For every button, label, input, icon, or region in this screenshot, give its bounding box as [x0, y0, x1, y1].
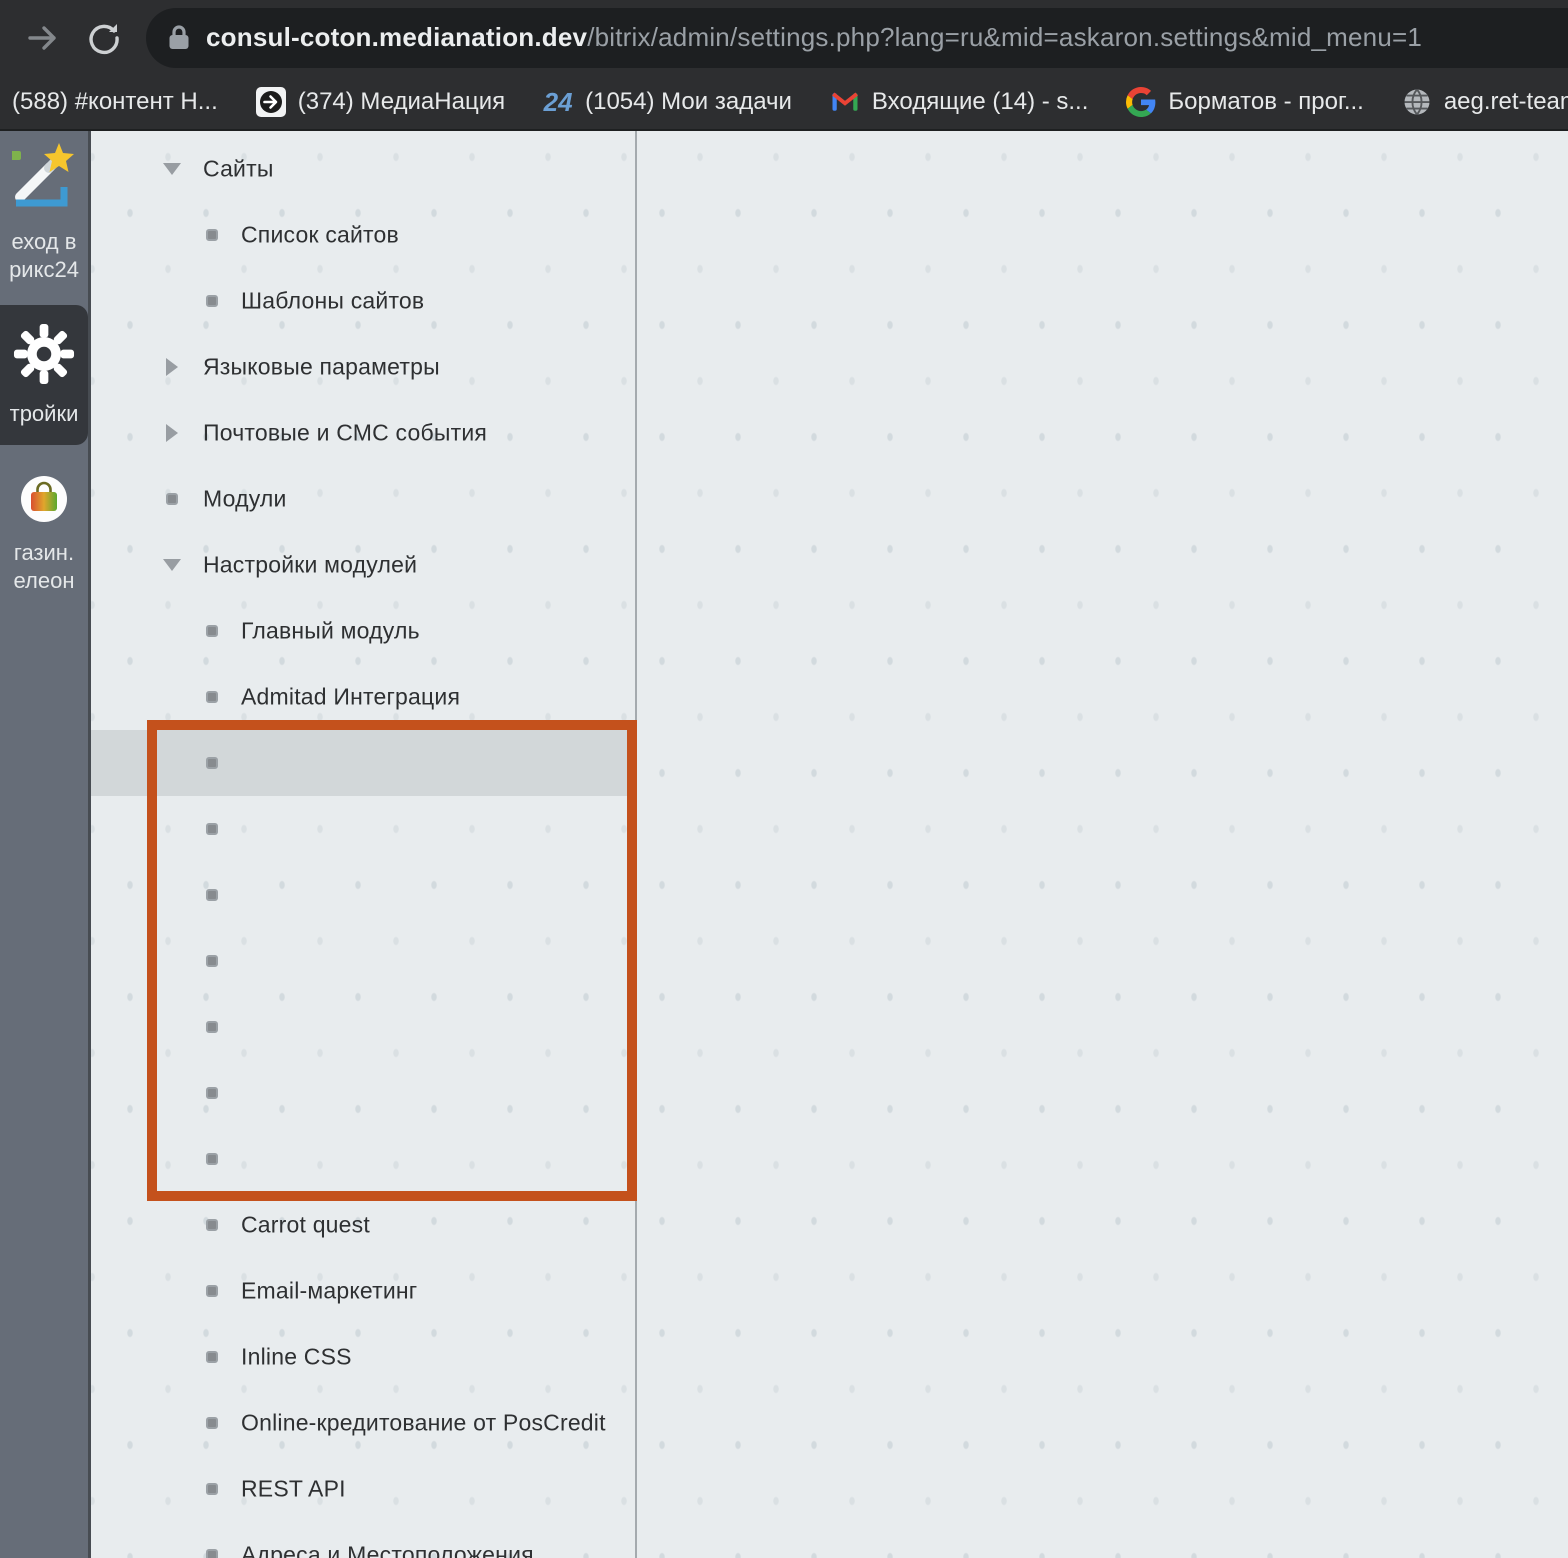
reload-icon[interactable] [86, 21, 120, 55]
bullet-icon [203, 1018, 221, 1036]
tree-item[interactable] [91, 730, 635, 796]
bullet-icon [203, 1150, 221, 1168]
bullet-icon [203, 622, 221, 640]
tree-item[interactable]: Online-кредитование от PosCredit [91, 1390, 635, 1456]
bookmark-item[interactable]: (588) #контент Н... [12, 88, 218, 116]
tree-item-label: Online-кредитование от PosCredit [241, 1410, 606, 1437]
tree-item-label: Email-маркетинг [241, 1278, 417, 1305]
triangle-down-icon[interactable] [163, 160, 181, 178]
url-host: consul-coton.medianation.dev [206, 22, 587, 53]
tree-item[interactable]: Почтовые и СМС события [91, 400, 635, 466]
tree-item-label: Адреса и Местоположения [241, 1542, 534, 1558]
tree-item[interactable]: Admitad Интеграция [91, 664, 635, 730]
bullet-icon [203, 754, 221, 772]
tree-item-label: Языковые параметры [203, 354, 440, 381]
bookmark-label: aeg.ret-team.ru [1444, 88, 1568, 116]
bullet-icon [203, 952, 221, 970]
tree-item[interactable]: Главный модуль [91, 598, 635, 664]
tree-item[interactable] [91, 1126, 635, 1192]
tree-item-label: Настройки модулей [203, 552, 417, 579]
tree-item[interactable]: Carrot quest [91, 1192, 635, 1258]
tree-item[interactable]: Модули [91, 466, 635, 532]
tree-item-label: Шаблоны сайтов [241, 288, 424, 315]
globe-icon [1402, 87, 1432, 117]
triangle-right-icon[interactable] [163, 358, 181, 376]
tree-item[interactable] [91, 862, 635, 928]
main-content-area [637, 131, 1568, 1558]
sidebar-item-label: газин.елеон [14, 539, 75, 595]
tree-item[interactable] [91, 1060, 635, 1126]
bookmark-item[interactable]: Входящие (14) - s... [830, 87, 1088, 117]
bullet-icon [163, 490, 181, 508]
bullet-icon [203, 1414, 221, 1432]
bitrix-admin-window: еход врикс24 тройки газин.елеон Сайты Списо… [0, 131, 1568, 1558]
bookmark-item[interactable]: 24 (1054) Мои задачи [543, 87, 792, 117]
bookmark-label: (588) #контент Н... [12, 88, 218, 116]
bullet-icon [203, 886, 221, 904]
google-icon [1126, 87, 1156, 117]
tree-item[interactable] [91, 796, 635, 862]
bullet-icon [203, 1282, 221, 1300]
tree-item-label: Модули [203, 486, 287, 513]
admin-sidebar: еход врикс24 тройки газин.елеон [0, 131, 88, 1558]
shop-bag-icon [20, 475, 68, 530]
bullet-icon [203, 1084, 221, 1102]
tree-item[interactable]: Список сайтов [91, 202, 635, 268]
bullet-icon [203, 1216, 221, 1234]
triangle-right-icon[interactable] [163, 424, 181, 442]
wand-icon [12, 141, 76, 220]
bookmark-label: Борматов - прог... [1168, 88, 1363, 116]
bitrix24-icon: 24 [543, 87, 573, 117]
tree-item[interactable]: Inline CSS [91, 1324, 635, 1390]
bullet-icon [203, 688, 221, 706]
bullet-icon [203, 820, 221, 838]
tree-item[interactable] [91, 994, 635, 1060]
tree-item-label: Главный модуль [241, 618, 420, 645]
bookmark-label: Входящие (14) - s... [872, 88, 1088, 116]
bullet-icon [203, 292, 221, 310]
bookmark-item[interactable]: Борматов - прог... [1126, 87, 1363, 117]
tree-item[interactable]: Сайты [91, 136, 635, 202]
bullet-icon [203, 1546, 221, 1558]
tree-item[interactable]: Email-маркетинг [91, 1258, 635, 1324]
url-bar[interactable]: consul-coton.medianation.dev/bitrix/admi… [146, 8, 1568, 68]
forward-icon[interactable] [26, 21, 60, 55]
sidebar-item-marketplace[interactable]: газин.елеон [0, 475, 88, 594]
tree-item[interactable]: REST API [91, 1456, 635, 1522]
bookmark-item[interactable]: (374) МедиаНация [256, 87, 505, 117]
sidebar-item-label: тройки [10, 400, 79, 428]
url-path: /bitrix/admin/settings.php?lang=ru&mid=a… [587, 22, 1422, 53]
sidebar-item-bitrix24-wizard[interactable]: еход врикс24 [0, 141, 88, 284]
tree-item-label: Inline CSS [241, 1344, 352, 1371]
tree-item[interactable]: Адреса и Местоположения [91, 1522, 635, 1558]
lock-icon[interactable] [168, 24, 190, 51]
tree-item-label: REST API [241, 1476, 346, 1503]
bullet-icon [203, 1480, 221, 1498]
arrow-circle-icon [256, 87, 286, 117]
tree-item[interactable] [91, 928, 635, 994]
sidebar-item-settings[interactable]: тройки [0, 305, 88, 445]
bookmarks-bar: (588) #контент Н... (374) МедиаНация 24 (10… [0, 75, 1568, 131]
tree-item[interactable]: Шаблоны сайтов [91, 268, 635, 334]
gear-icon [13, 323, 75, 392]
tree-item-label: Carrot quest [241, 1212, 370, 1239]
bullet-icon [203, 1348, 221, 1366]
tree-item-label: Admitad Интеграция [241, 684, 460, 711]
tree-item[interactable]: Настройки модулей [91, 532, 635, 598]
tree-item-label: Список сайтов [241, 222, 399, 249]
settings-tree-panel: Сайты Список сайтов Шаблоны сайтов Языковые… [88, 131, 637, 1558]
bullet-icon [203, 226, 221, 244]
tree-item-label: Сайты [203, 156, 274, 183]
sidebar-item-label: еход врикс24 [9, 228, 79, 284]
bookmark-label: (1054) Мои задачи [585, 88, 792, 116]
tree-item-label: Почтовые и СМС события [203, 420, 487, 447]
gmail-icon [830, 87, 860, 117]
bookmark-label: (374) МедиаНация [298, 88, 505, 116]
triangle-down-icon[interactable] [163, 556, 181, 574]
bookmark-item[interactable]: aeg.ret-team.ru [1402, 87, 1568, 117]
browser-toolbar: consul-coton.medianation.dev/bitrix/admi… [0, 0, 1568, 75]
tree-item[interactable]: Языковые параметры [91, 334, 635, 400]
